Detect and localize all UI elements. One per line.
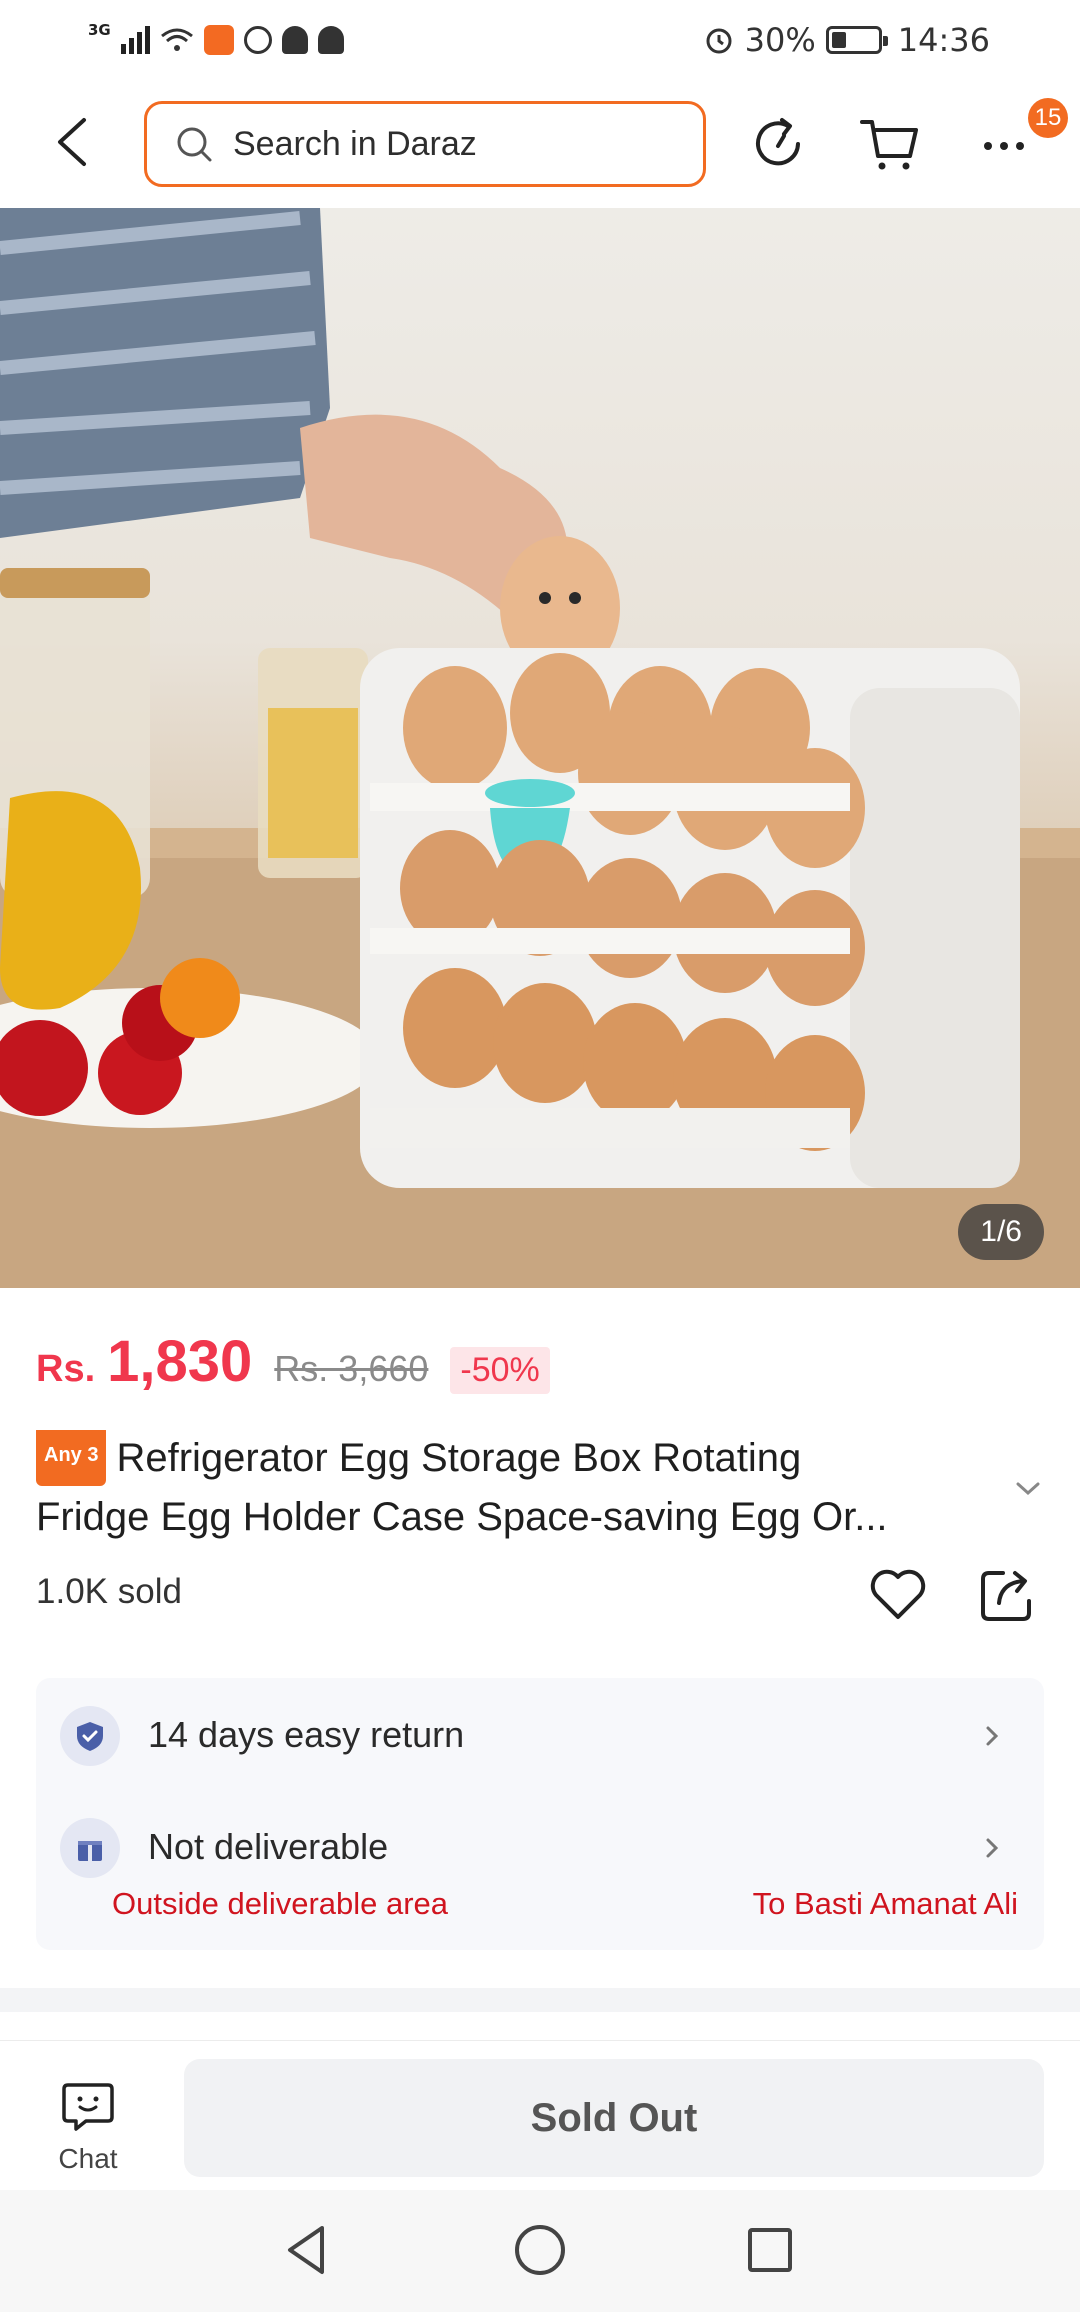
- delivery-box-icon: [60, 1818, 120, 1878]
- status-icons-right: 30% 14:36: [703, 20, 990, 60]
- sold-count: 1.0K sold: [36, 1572, 182, 1611]
- product-title: Any 3 Refrigerator Egg Storage Box Rotati…: [36, 1430, 996, 1544]
- status-icons-left: 3G: [88, 20, 344, 60]
- nav-home-button[interactable]: [508, 2218, 572, 2282]
- nav-recents-button[interactable]: [738, 2218, 802, 2282]
- sold-out-button[interactable]: Sold Out: [184, 2059, 1044, 2177]
- chat-button[interactable]: Chat: [40, 2079, 136, 2175]
- signal-icon: [120, 26, 150, 54]
- product-title-line-2: Fridge Egg Holder Case Space-saving Egg …: [36, 1495, 888, 1539]
- price-row: Rs. 1,830 Rs. 3,660 -50%: [36, 1328, 550, 1395]
- back-button[interactable]: [46, 112, 106, 172]
- whatsapp-icon: [243, 26, 272, 54]
- share-button[interactable]: [975, 1563, 1039, 1627]
- battery-icon: [825, 26, 888, 54]
- cart-icon: [860, 120, 918, 170]
- clock: 14:36: [897, 21, 990, 59]
- shield-check-icon: [60, 1706, 120, 1766]
- product-title-line-1: Any 3 Refrigerator Egg Storage Box Rotati…: [36, 1430, 996, 1491]
- currency-label: Rs.: [36, 1348, 96, 1390]
- delivery-note: Outside deliverable area: [112, 1886, 449, 1921]
- product-image-carousel[interactable]: 1/6: [0, 208, 1080, 1288]
- notification-badge: 15: [1028, 98, 1068, 138]
- snapchat-icon: [281, 26, 308, 54]
- triangle-back-icon: [288, 2226, 324, 2274]
- status-bar: 3G 30% 14:36: [0, 0, 1080, 82]
- chevron-right-icon: [986, 1838, 999, 1858]
- search-placeholder: Search in Daraz: [233, 124, 477, 163]
- daraz-app-icon: [203, 25, 234, 55]
- wishlist-button[interactable]: [866, 1563, 930, 1627]
- search-icon: [177, 127, 212, 162]
- history-button[interactable]: [746, 112, 810, 176]
- original-price: Rs. 3,660: [274, 1348, 429, 1389]
- alarm-icon: [706, 28, 732, 54]
- title-text-1: Refrigerator Egg Storage Box Rotating: [116, 1436, 802, 1481]
- cart-button[interactable]: [858, 112, 922, 176]
- product-photo: [0, 208, 1080, 1288]
- refresh-icon: [756, 118, 800, 166]
- current-price: 1,830: [107, 1329, 253, 1394]
- return-policy-row[interactable]: 14 days easy return: [60, 1706, 1020, 1766]
- search-bar[interactable]: Search in Daraz: [144, 101, 706, 187]
- share-icon: [981, 1571, 1031, 1621]
- delivery-location[interactable]: To Basti Amanat Ali: [753, 1886, 1018, 1922]
- heart-icon: [870, 1569, 926, 1619]
- square-recents-icon: [748, 2228, 792, 2272]
- chat-label: Chat: [58, 2143, 118, 2174]
- network-type: 3G: [88, 21, 111, 39]
- promo-tag: Any 3: [36, 1430, 107, 1486]
- delivery-row[interactable]: Not deliverable: [60, 1818, 1020, 1878]
- nav-back-button[interactable]: [276, 2218, 340, 2282]
- return-label: 14 days easy return: [148, 1714, 465, 1755]
- expand-title-button[interactable]: [1010, 1470, 1046, 1506]
- chat-icon: [62, 2083, 114, 2131]
- wifi-icon: [160, 28, 193, 51]
- top-header: Search in Daraz 15: [0, 82, 1080, 207]
- delivery-label: Not deliverable: [148, 1826, 389, 1867]
- image-counter: 1/6: [958, 1204, 1044, 1260]
- bottom-action-bar: Chat Sold Out: [0, 2040, 1080, 2190]
- system-nav-bar: [0, 2190, 1080, 2312]
- chevron-right-icon: [986, 1726, 999, 1746]
- circle-home-icon: [515, 2225, 565, 2275]
- discount-badge: -50%: [450, 1347, 550, 1394]
- battery-percent: 30%: [744, 21, 816, 59]
- snapchat-icon-2: [317, 26, 344, 54]
- back-arrow-icon: [58, 118, 86, 166]
- chevron-down-icon: [1016, 1482, 1040, 1496]
- section-divider: [0, 1988, 1080, 2012]
